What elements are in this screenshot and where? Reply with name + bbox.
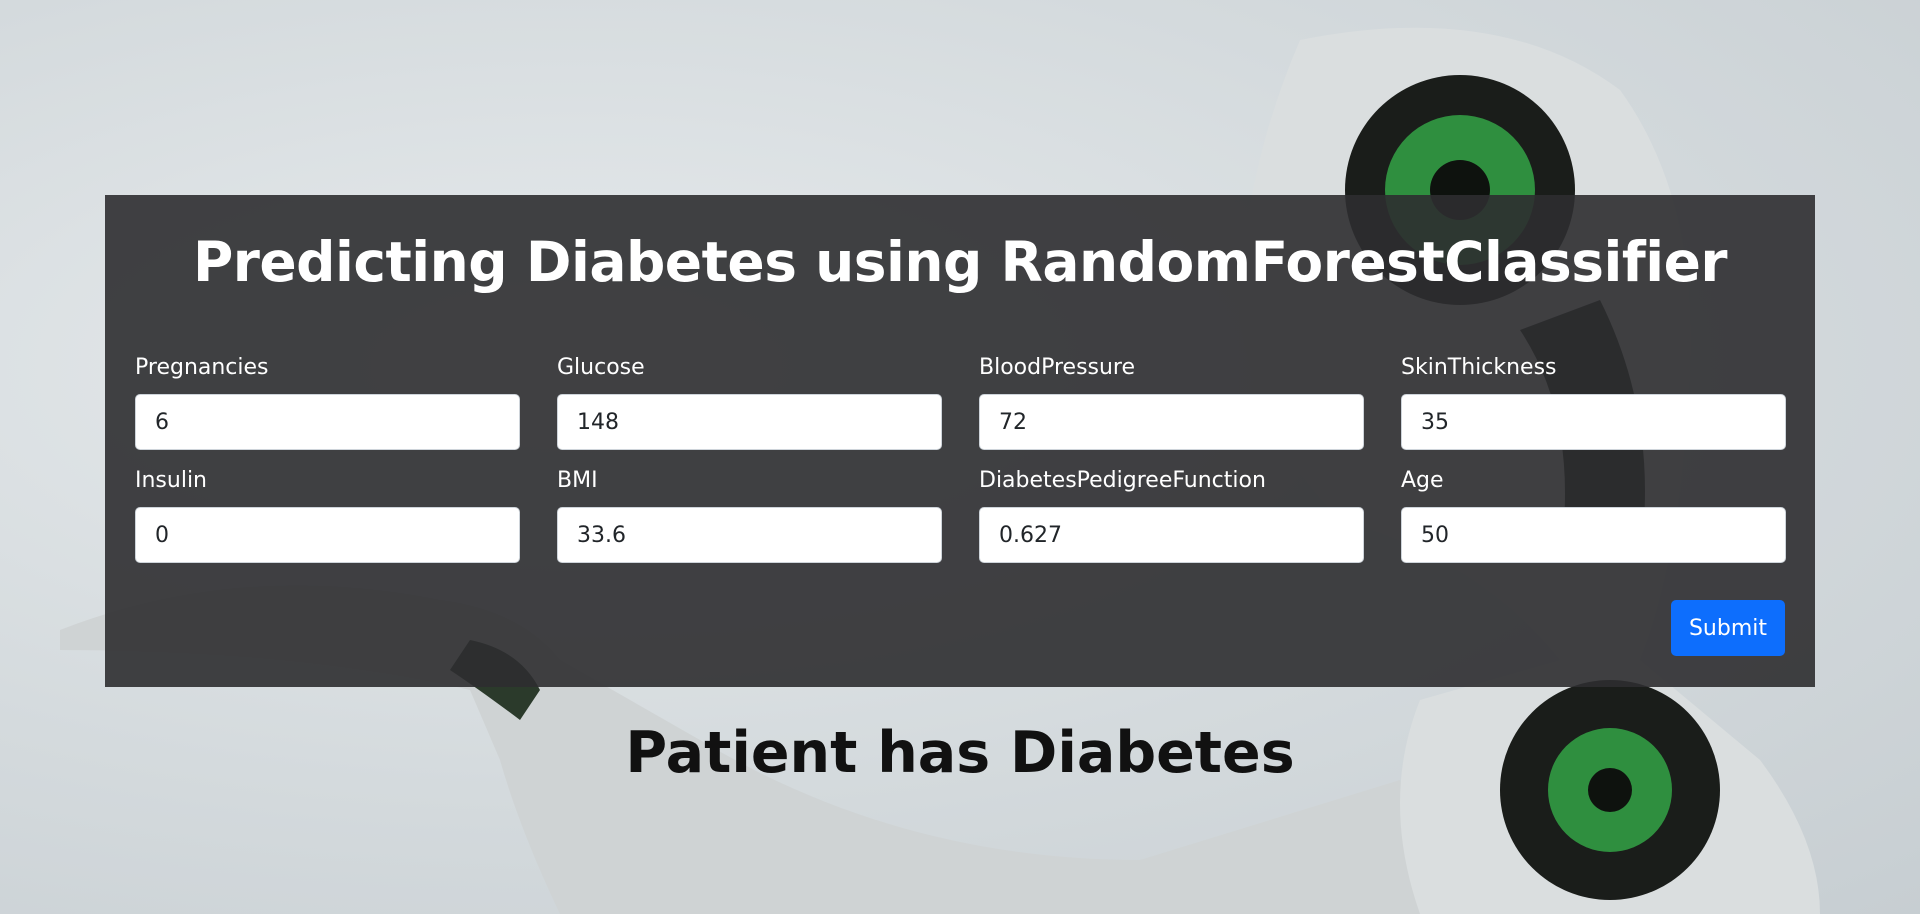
field-label: Glucose xyxy=(557,355,645,380)
glucose-input[interactable] xyxy=(557,394,942,450)
field-glucose: Glucose xyxy=(557,355,942,450)
field-label: Age xyxy=(1401,468,1444,493)
prediction-result: Patient has Diabetes xyxy=(625,720,1295,786)
field-label: BloodPressure xyxy=(979,355,1136,380)
field-insulin: Insulin xyxy=(135,468,520,563)
bmi-input[interactable] xyxy=(557,507,942,563)
skin-thickness-input[interactable] xyxy=(1401,394,1786,450)
field-label: SkinThickness xyxy=(1401,355,1557,380)
prediction-form-panel: Predicting Diabetes using RandomForestCl… xyxy=(105,195,1815,687)
age-input[interactable] xyxy=(1401,507,1786,563)
field-age: Age xyxy=(1401,468,1786,563)
field-skin-thickness: SkinThickness xyxy=(1401,355,1786,450)
form-title: Predicting Diabetes using RandomForestCl… xyxy=(192,230,1728,294)
diabetes-pedigree-input[interactable] xyxy=(979,507,1364,563)
field-blood-pressure: BloodPressure xyxy=(979,355,1364,450)
insulin-input[interactable] xyxy=(135,507,520,563)
blood-pressure-input[interactable] xyxy=(979,394,1364,450)
field-label: Pregnancies xyxy=(135,355,269,380)
field-label: Insulin xyxy=(135,468,208,493)
input-grid: Pregnancies Glucose BloodPressure SkinTh… xyxy=(135,355,1786,563)
field-diabetes-pedigree: DiabetesPedigreeFunction xyxy=(979,468,1364,563)
field-pregnancies: Pregnancies xyxy=(135,355,520,450)
pregnancies-input[interactable] xyxy=(135,394,520,450)
field-label: DiabetesPedigreeFunction xyxy=(979,468,1266,493)
field-label: BMI xyxy=(557,468,598,493)
field-bmi: BMI xyxy=(557,468,942,563)
submit-button[interactable]: Submit xyxy=(1671,600,1785,656)
